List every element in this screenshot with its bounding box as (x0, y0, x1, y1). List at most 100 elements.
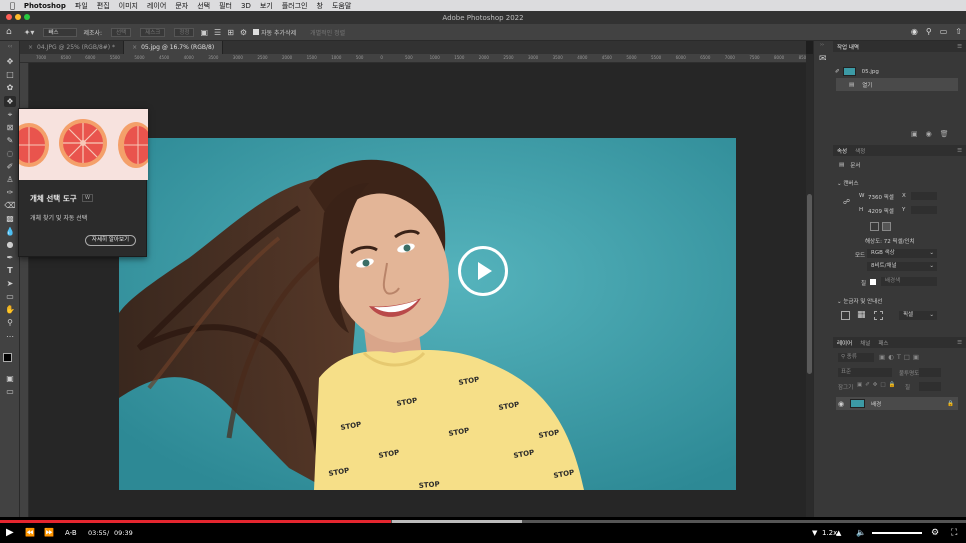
menu-view[interactable]: 보기 (260, 1, 273, 11)
close-window-button[interactable] (6, 14, 12, 20)
eraser-tool-icon[interactable]: ⌫ (4, 200, 16, 211)
pen-tool-icon[interactable]: ✒ (4, 252, 16, 263)
mode-select[interactable]: 빼스 (40, 27, 78, 37)
fill-swatch[interactable] (870, 279, 876, 285)
eye-icon[interactable]: ◉ (838, 400, 844, 408)
menu-filter[interactable]: 필터 (219, 1, 232, 11)
panel-collapse-icon[interactable]: ‹‹ (4, 41, 16, 52)
tab-layers[interactable]: 레이어 (837, 339, 852, 347)
y-field[interactable] (911, 206, 937, 214)
zoom-window-button[interactable] (24, 14, 30, 20)
document-canvas-image[interactable]: STOP STOP STOP STOP STOP STOP STOP STOP … (119, 138, 736, 490)
tab-channels[interactable]: 채널 (860, 339, 870, 347)
healing-tool-icon[interactable]: ◌ (4, 148, 16, 159)
rulers-toggle-icon[interactable] (841, 311, 850, 320)
menu-3d[interactable]: 3D (241, 2, 251, 10)
scrollbar-thumb[interactable] (807, 194, 812, 374)
canvas-section-toggle[interactable]: ⌄ 캔버스 (837, 179, 859, 187)
layer-fill-field[interactable] (919, 382, 941, 391)
brush-tool-icon[interactable]: ✐ (4, 161, 16, 172)
canvas-vertical-scrollbar[interactable] (806, 54, 813, 517)
fullscreen-icon[interactable]: ⛶ (951, 526, 957, 540)
menu-select[interactable]: 선택 (197, 1, 210, 11)
history-snapshot[interactable]: ✐ 05.jpg (835, 65, 964, 78)
object-finder-icon[interactable]: ▣ (200, 28, 208, 37)
lasso-tool-icon[interactable]: ✿ (4, 82, 16, 93)
layer-filter-icons[interactable]: ▣◐T□▣ (879, 353, 922, 361)
panel-collapse-icon[interactable]: ›› (820, 42, 824, 48)
zoom-tool-icon[interactable]: ⚲ (4, 317, 16, 328)
object-selection-tool-icon[interactable]: ❖ (4, 96, 16, 107)
stamp-tool-icon[interactable]: ♙ (4, 174, 16, 185)
units-select[interactable]: 픽셀 ⌄ (899, 311, 937, 320)
close-tab-icon[interactable]: × (28, 44, 33, 51)
panel-menu-icon[interactable]: ☰ (957, 44, 962, 50)
eyedropper-tool-icon[interactable]: ✎ (4, 135, 16, 146)
lock-icons[interactable]: ▣✐✥□🔒 (857, 382, 898, 388)
opacity-field[interactable] (919, 368, 941, 377)
layer-kind-filter[interactable]: ⚲ 종류 (838, 353, 874, 362)
fast-forward-icon[interactable]: ⏩ (44, 526, 54, 540)
home-icon[interactable]: ⌂ (6, 27, 12, 37)
quick-mask-icon[interactable]: ▣ (4, 373, 16, 384)
camera-icon[interactable]: ◉ (926, 130, 932, 138)
tab-paths[interactable]: 패스 (878, 339, 888, 347)
layer-row-background[interactable]: ◉ 배경 🔒 (836, 397, 958, 410)
tool-preset-icon[interactable]: ✦▾ (24, 28, 35, 37)
foreground-color-swatch[interactable] (3, 353, 12, 362)
menu-image[interactable]: 이미지 (119, 1, 138, 11)
guides-toggle-icon[interactable] (874, 311, 883, 320)
settings-gear-icon[interactable]: ⚙ (931, 526, 939, 540)
menu-plugins[interactable]: 플러그인 (282, 1, 308, 11)
menu-type[interactable]: 문자 (175, 1, 188, 11)
option-btn-a[interactable]: 선택 (108, 27, 132, 37)
history-brush-icon[interactable]: ✑ (4, 187, 16, 198)
width-value[interactable]: 7360 픽셀 (868, 193, 894, 201)
volume-icon[interactable]: 🔈 (856, 526, 866, 540)
menu-help[interactable]: 도움말 (332, 1, 351, 11)
option-btn-c[interactable]: 정정 (171, 27, 195, 37)
x-field[interactable] (911, 192, 937, 200)
tab-04-jpg[interactable]: × 04.JPG @ 25% (RGB/8#) * (20, 41, 125, 54)
rewind-icon[interactable]: ⏪ (25, 526, 35, 540)
menu-edit[interactable]: 편집 (97, 1, 110, 11)
menu-layer[interactable]: 레이어 (147, 1, 166, 11)
menu-window[interactable]: 창 (316, 1, 322, 11)
subtract-icon[interactable]: ⊞ (227, 28, 234, 37)
video-play-overlay-button[interactable] (458, 246, 508, 296)
ab-repeat-button[interactable]: A-B (65, 526, 77, 540)
speed-up-icon[interactable]: ▲ (836, 526, 841, 540)
panel-menu-icon[interactable]: ☰ (957, 148, 962, 154)
hand-tool-icon[interactable]: ✋ (4, 304, 16, 315)
learn-more-button[interactable]: 자세히 알아보기 (85, 235, 136, 246)
video-progress-bar[interactable] (0, 520, 966, 523)
comments-icon[interactable]: ✉ (819, 54, 827, 64)
path-selection-icon[interactable]: ➤ (4, 278, 16, 289)
share-icon[interactable]: ⇧ (955, 27, 962, 36)
screen-mode-icon[interactable]: ▭ (4, 386, 16, 397)
grid-toggle-icon[interactable]: ▦ (857, 310, 866, 320)
tab-05-jpg[interactable]: × 05.jpg @ 16.7% (RGB/8) (124, 41, 224, 54)
landscape-orientation-icon[interactable] (882, 222, 891, 231)
volume-slider[interactable] (872, 532, 922, 534)
minimize-window-button[interactable] (15, 14, 21, 20)
type-tool-icon[interactable]: T (4, 265, 16, 276)
close-tab-icon[interactable]: × (132, 44, 137, 51)
height-value[interactable]: 4209 픽셀 (868, 207, 894, 215)
workspace-icon[interactable]: ▭ (940, 27, 948, 36)
more-tools-icon[interactable]: ⋯ (4, 331, 16, 342)
auto-enhance-checkbox[interactable]: 자동 추가삭제 (253, 28, 296, 37)
color-mode-select[interactable]: RGB 색상 ⌄ (867, 249, 937, 258)
link-icon[interactable]: ☍ (843, 198, 850, 206)
panel-menu-icon[interactable]: ☰ (957, 340, 962, 346)
new-snapshot-icon[interactable]: ▣ (911, 130, 918, 138)
marquee-tool-icon[interactable]: □ (4, 69, 16, 80)
tab-properties[interactable]: 속성 (837, 147, 847, 155)
trash-icon[interactable]: 🗑 (940, 130, 949, 138)
search-icon[interactable]: ⚲ (926, 27, 932, 36)
bit-depth-select[interactable]: 8비트/채널 ⌄ (867, 262, 937, 271)
shape-tool-icon[interactable]: ▭ (4, 291, 16, 302)
history-step[interactable]: ▤ 열기 (836, 78, 958, 91)
crop-tool-icon[interactable]: ⌖ (4, 109, 16, 120)
portrait-orientation-icon[interactable] (870, 222, 879, 231)
